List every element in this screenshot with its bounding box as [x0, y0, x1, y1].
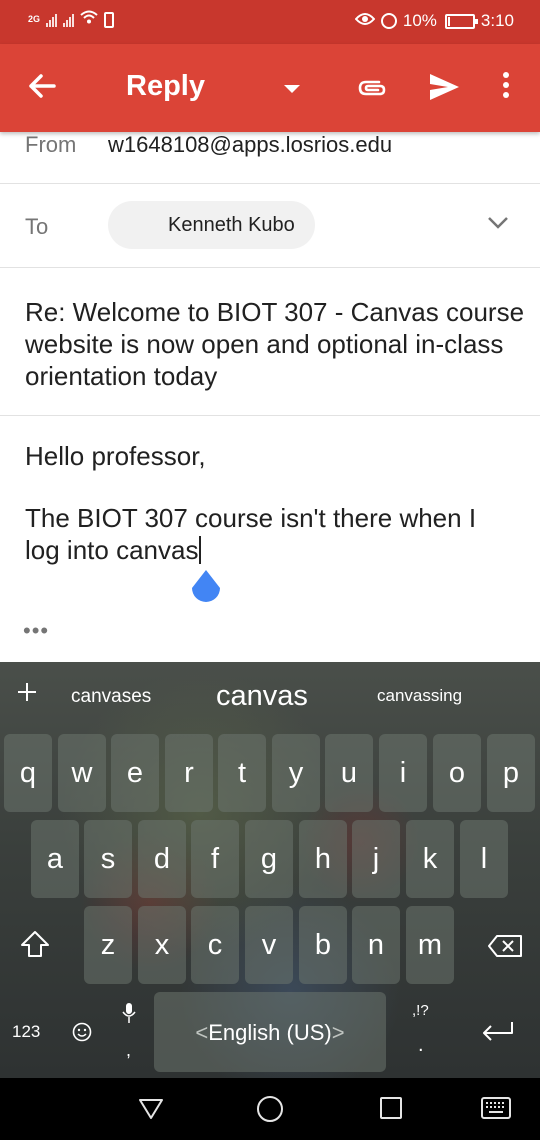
body-line-2-wrap: log into canvas	[25, 534, 525, 566]
from-label: From	[25, 132, 77, 157]
subject-field[interactable]: Re: Welcome to BIOT 307 - Canvas course …	[25, 296, 525, 392]
plus-icon[interactable]	[17, 682, 37, 702]
shift-key-icon[interactable]	[20, 930, 50, 958]
key[interactable]: l	[460, 820, 508, 898]
key[interactable]: b	[299, 906, 347, 984]
text-selection-handle[interactable]	[190, 570, 222, 604]
emoji-icon[interactable]	[72, 1022, 92, 1042]
body-line-2: log into canvas	[25, 535, 199, 565]
enter-key-icon[interactable]	[480, 1020, 514, 1042]
attachment-icon[interactable]	[355, 74, 389, 102]
space-key-label: <English (US)>	[154, 1020, 386, 1046]
key[interactable]: h	[299, 820, 347, 898]
key[interactable]: s	[84, 820, 132, 898]
body-line-1: The BIOT 307 course isn't there when I	[25, 503, 477, 533]
punctuation-hint: ,!?	[412, 1002, 429, 1019]
body-field[interactable]: Hello professor, The BIOT 307 course isn…	[25, 440, 525, 566]
to-row: To Kenneth Kubo	[0, 184, 540, 268]
suggestion-2[interactable]: canvas	[216, 680, 308, 713]
battery-percent: 10%	[402, 11, 437, 30]
nav-recents-icon[interactable]	[380, 1097, 402, 1119]
nav-keyboard-icon[interactable]	[481, 1097, 511, 1119]
key[interactable]: z	[84, 906, 132, 984]
alarm-icon	[380, 13, 397, 29]
wifi-icon	[80, 10, 98, 29]
nav-home-icon[interactable]	[257, 1096, 283, 1122]
text-cursor	[199, 536, 202, 564]
period-key[interactable]: .	[418, 1034, 424, 1057]
key[interactable]: v	[245, 906, 293, 984]
chevron-down-icon[interactable]	[487, 215, 509, 231]
key[interactable]: d	[138, 820, 186, 898]
back-arrow-icon[interactable]	[26, 70, 58, 102]
microphone-icon[interactable]	[122, 1002, 136, 1024]
signal-icon-2	[63, 13, 75, 27]
comma-key[interactable]: ,	[126, 1040, 131, 1061]
network-type: 2G	[28, 14, 41, 24]
space-left-arrow: <	[195, 1020, 209, 1045]
body-greeting: Hello professor,	[25, 441, 206, 471]
key[interactable]: a	[31, 820, 79, 898]
suggestion-1[interactable]: canvases	[71, 686, 151, 708]
key[interactable]: q	[4, 734, 52, 812]
space-right-arrow: >	[331, 1020, 345, 1045]
app-bar: Reply	[0, 44, 540, 132]
key[interactable]: f	[191, 820, 239, 898]
space-key[interactable]: <English (US)>	[154, 992, 386, 1072]
from-row: From w1648108@apps.losrios.edu	[0, 132, 540, 184]
from-account[interactable]: w1648108@apps.losrios.edu	[108, 132, 392, 158]
key[interactable]: y	[272, 734, 320, 812]
status-right: 10% 3:10	[354, 11, 514, 31]
show-quoted-text-button[interactable]: •••	[23, 618, 49, 644]
key[interactable]: r	[165, 734, 213, 812]
signal-icon	[46, 13, 58, 27]
suggestion-bar: canvases canvas canvassing	[0, 662, 540, 730]
send-icon[interactable]	[428, 72, 460, 102]
keyboard-language: English (US)	[208, 1020, 332, 1045]
key[interactable]: e	[111, 734, 159, 812]
key[interactable]: u	[325, 734, 373, 812]
key[interactable]: w	[58, 734, 106, 812]
key[interactable]: i	[379, 734, 427, 812]
dropdown-icon[interactable]	[284, 85, 300, 93]
compose-mode-title[interactable]: Reply	[126, 70, 205, 103]
key[interactable]: k	[406, 820, 454, 898]
nav-back-icon[interactable]	[138, 1098, 164, 1120]
to-label: To	[25, 214, 49, 239]
key[interactable]: p	[487, 734, 535, 812]
eye-comfort-icon	[354, 12, 376, 30]
key[interactable]: m	[406, 906, 454, 984]
numbers-key[interactable]: 123	[12, 1022, 40, 1042]
status-left: 2G	[28, 10, 115, 29]
battery-icon	[444, 13, 478, 29]
soft-keyboard: canvases canvas canvassing q w e r t y u…	[0, 662, 540, 1078]
key[interactable]: x	[138, 906, 186, 984]
suggestion-3[interactable]: canvassing	[377, 686, 462, 706]
key[interactable]: j	[352, 820, 400, 898]
recipient-name: Kenneth Kubo	[168, 214, 295, 236]
key[interactable]: t	[218, 734, 266, 812]
more-vert-icon[interactable]	[501, 72, 511, 104]
battery-alert-icon	[104, 11, 115, 28]
key[interactable]: o	[433, 734, 481, 812]
status-bar: 2G 10% 3:10	[0, 0, 540, 44]
backspace-key-icon[interactable]	[487, 934, 523, 958]
recipient-chip[interactable]: Kenneth Kubo	[108, 201, 315, 249]
key[interactable]: c	[191, 906, 239, 984]
key[interactable]: g	[245, 820, 293, 898]
clock: 3:10	[480, 11, 514, 30]
system-nav-bar	[0, 1078, 540, 1140]
key[interactable]: n	[352, 906, 400, 984]
